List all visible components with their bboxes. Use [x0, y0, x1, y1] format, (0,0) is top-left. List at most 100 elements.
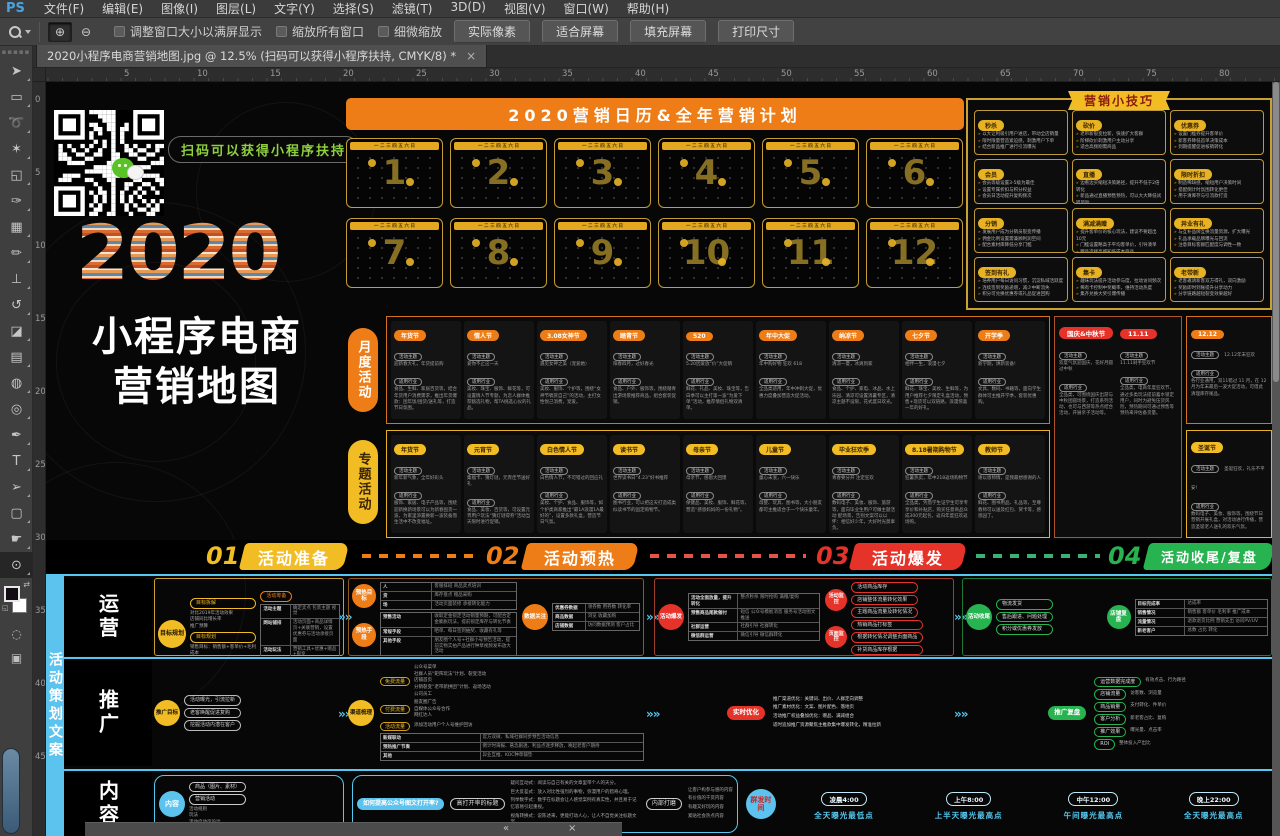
- tip-line: 用于清库存与引流款打造: [1174, 194, 1260, 201]
- mindmap-line: 销售目标：销售额+客单价+毛利成本: [190, 645, 256, 656]
- tool-button[interactable]: ✒: [0, 422, 33, 448]
- menu-items: 文件(F)编辑(E)图像(I)图层(L)文字(Y)选择(S)滤镜(T)3D(D)…: [35, 0, 678, 17]
- option-checkbox-group: 调整窗口大小以满屏显示: [114, 23, 262, 40]
- row-label-promotion: 推广: [64, 660, 152, 766]
- tool-button[interactable]: ◎: [0, 396, 33, 422]
- menu-item[interactable]: 窗口(W): [555, 0, 618, 17]
- close-icon[interactable]: ×: [466, 49, 476, 63]
- swap-colors-icon[interactable]: ⇄: [23, 580, 30, 589]
- tip-label: 分销: [978, 218, 1004, 229]
- tool-button[interactable]: ☛: [0, 526, 33, 552]
- tip-label: 满减满赠: [1076, 218, 1114, 229]
- tool-button[interactable]: ▤: [0, 344, 33, 370]
- options-button[interactable]: 适合屏幕: [542, 20, 618, 43]
- document-tab[interactable]: 2020小程序电商营销地图.jpg @ 12.5% (扫码可以获得小程序扶持, …: [36, 45, 487, 67]
- industry-text: 数码电子、美妆、服饰、旅游等，面向毕业生用户可做主题活动 配场景，告别文案可以以…: [832, 501, 896, 532]
- tool-palette: ▪▪▪▪▪ ➤▭➰✶◱✑▦✏⊥↺◪▤◍◎✒T➢▢☛⊙ ⇄ ◱ ◌ ▣: [0, 46, 33, 836]
- industry-text: 保健品、美妆、服饰、鲜花等，营造“感恩妈妈的一份礼物”。: [686, 501, 750, 514]
- checkbox-label: 细微缩放: [394, 23, 442, 40]
- menu-item[interactable]: 视图(V): [495, 0, 555, 17]
- zoom-tool-icon: [8, 25, 22, 39]
- menu-item[interactable]: 3D(D): [441, 0, 494, 17]
- menu-item[interactable]: 图层(L): [207, 0, 265, 17]
- ruler-vertical[interactable]: 051015202530354045: [33, 82, 46, 836]
- scrollbar-thumb[interactable]: [1273, 82, 1279, 382]
- tip-line: 疑问互动式：阅读与自己有关的文章里带个人的天分。: [511, 781, 640, 788]
- tool-button[interactable]: ▢: [0, 500, 33, 526]
- zoom-out-button[interactable]: ⊖: [74, 22, 98, 42]
- options-button[interactable]: 实际像素: [454, 20, 530, 43]
- activity-title: 读书节: [613, 444, 645, 455]
- tip-card: 直播 边看边买缩短决策路径，提升不低于2倍转化 新品通过直播预售预热，可以大大降…: [1072, 159, 1166, 204]
- tool-button[interactable]: ✑: [0, 188, 33, 214]
- ruler-horizontal[interactable]: 5101520253035404550556065707580: [33, 68, 1280, 82]
- menu-item[interactable]: 文件(F): [35, 0, 93, 17]
- tool-button[interactable]: ⊥: [0, 266, 33, 292]
- document-canvas[interactable]: 扫码可以获得小程序扶持 2020 小程序电商 营销地图 2020营销日历&全年营…: [46, 82, 1272, 836]
- activity-title: 3.08女神节: [540, 330, 587, 341]
- close-icon[interactable]: ×: [568, 823, 576, 834]
- tip-line: 列举数字式：数字在标题会让人感觉案例有真实性，并且易于记忆容易引起重视。: [511, 798, 640, 811]
- tip-label: 优惠券: [1174, 120, 1206, 131]
- table-row: 目标完成率达成率: [1136, 600, 1267, 609]
- tip-line: 趣味玩法提升活动参与度，拉动访问频次: [1076, 279, 1162, 286]
- industry-label: 适用行业: [613, 492, 641, 500]
- tool-button[interactable]: ◍: [0, 370, 33, 396]
- checkbox[interactable]: [114, 26, 125, 37]
- tool-button[interactable]: ▦: [0, 214, 33, 240]
- tool-icon: ◪: [10, 324, 22, 339]
- checkbox[interactable]: [378, 26, 389, 37]
- menu-item[interactable]: 选择(S): [324, 0, 383, 17]
- tool-button[interactable]: ▭: [0, 84, 33, 110]
- calendar-month-card: 一 二 三 四 五 六 日 6: [866, 138, 963, 208]
- tool-button[interactable]: ➤: [0, 58, 33, 84]
- scan-hint: 扫码可以获得小程序扶持: [168, 136, 359, 163]
- quick-mask-button[interactable]: ◌: [0, 622, 33, 646]
- theme-label: 活动主题: [613, 353, 641, 361]
- status-strip: « ×: [85, 822, 622, 836]
- tool-button[interactable]: ◱: [0, 162, 33, 188]
- industry-text: 各行业通用，双11错过 11 月，在 12 月为年末最后一波大促活动，可借此清理…: [1191, 379, 1267, 398]
- document-tab-bar: 2020小程序电商营销地图.jpg @ 12.5% (扫码可以获得小程序扶持, …: [0, 46, 1280, 68]
- checkbox[interactable]: [276, 26, 287, 37]
- time-note: 全天曝光最低点: [814, 810, 874, 821]
- menu-item[interactable]: 编辑(E): [93, 0, 152, 17]
- tool-button[interactable]: ➢: [0, 474, 33, 500]
- zoom-in-button[interactable]: ⊕: [48, 22, 72, 42]
- foreground-color[interactable]: [4, 586, 20, 602]
- theme-text: 欢度气氛迎国庆，花好月圆过中秋: [1059, 361, 1116, 374]
- menu-item[interactable]: 帮助(H): [618, 0, 678, 17]
- default-colors-icon[interactable]: ◱: [2, 604, 9, 612]
- tool-button[interactable]: ✶: [0, 136, 33, 162]
- industry-label: 适用行业: [978, 378, 1006, 386]
- mindmap-pill: 商品（图片、素材）: [189, 782, 246, 793]
- options-button[interactable]: 填充屏幕: [630, 20, 706, 43]
- tip-line: 赠品选择高感知低成本商品: [1076, 250, 1162, 253]
- options-button[interactable]: 打印尺寸: [718, 20, 794, 43]
- tip-line: 以大让利吸引用户进店，带动全店销量: [978, 132, 1064, 139]
- menu-item[interactable]: 文字(Y): [265, 0, 324, 17]
- panel-grip[interactable]: ▪▪▪▪▪: [0, 46, 32, 58]
- tool-button[interactable]: ✏: [0, 240, 33, 266]
- menu-item[interactable]: 滤镜(T): [383, 0, 442, 17]
- chevron-down-icon[interactable]: [25, 30, 31, 34]
- tool-button[interactable]: ◪: [0, 318, 33, 344]
- screen-mode-button[interactable]: ▣: [0, 646, 33, 670]
- calendar-month-number: 12: [867, 219, 962, 287]
- menu-item[interactable]: 图像(I): [152, 0, 207, 17]
- tip-line: 与互补品牌互换流量资源，扩大曝光: [1174, 230, 1260, 237]
- collapse-icon[interactable]: «: [503, 823, 509, 834]
- tool-button[interactable]: T: [0, 448, 33, 474]
- activity-title: 8.18暑期购物节: [905, 444, 964, 455]
- branch-line: 公司员工: [414, 692, 491, 699]
- industry-label: 适用行业: [686, 492, 714, 500]
- vertical-scrollbar[interactable]: [1272, 82, 1280, 836]
- tool-button[interactable]: ↺: [0, 292, 33, 318]
- activity-card: 情人节 活动主题 爱你不止这一天 适用行业 美妆、珠宝、服饰、鲜花等，可设置情人…: [464, 321, 534, 419]
- tip-line: 适合高频刚需商品: [1076, 145, 1162, 152]
- mindmap-line: 整体投入产出比: [1119, 741, 1151, 748]
- tool-button[interactable]: ⊙: [0, 552, 33, 578]
- industry-text: 图书行业，可以把这天打造成类似读书节的固定购物节。: [613, 501, 677, 514]
- review-item: 客户分析新老客占比、复购: [1094, 714, 1186, 725]
- tool-button[interactable]: ➰: [0, 110, 33, 136]
